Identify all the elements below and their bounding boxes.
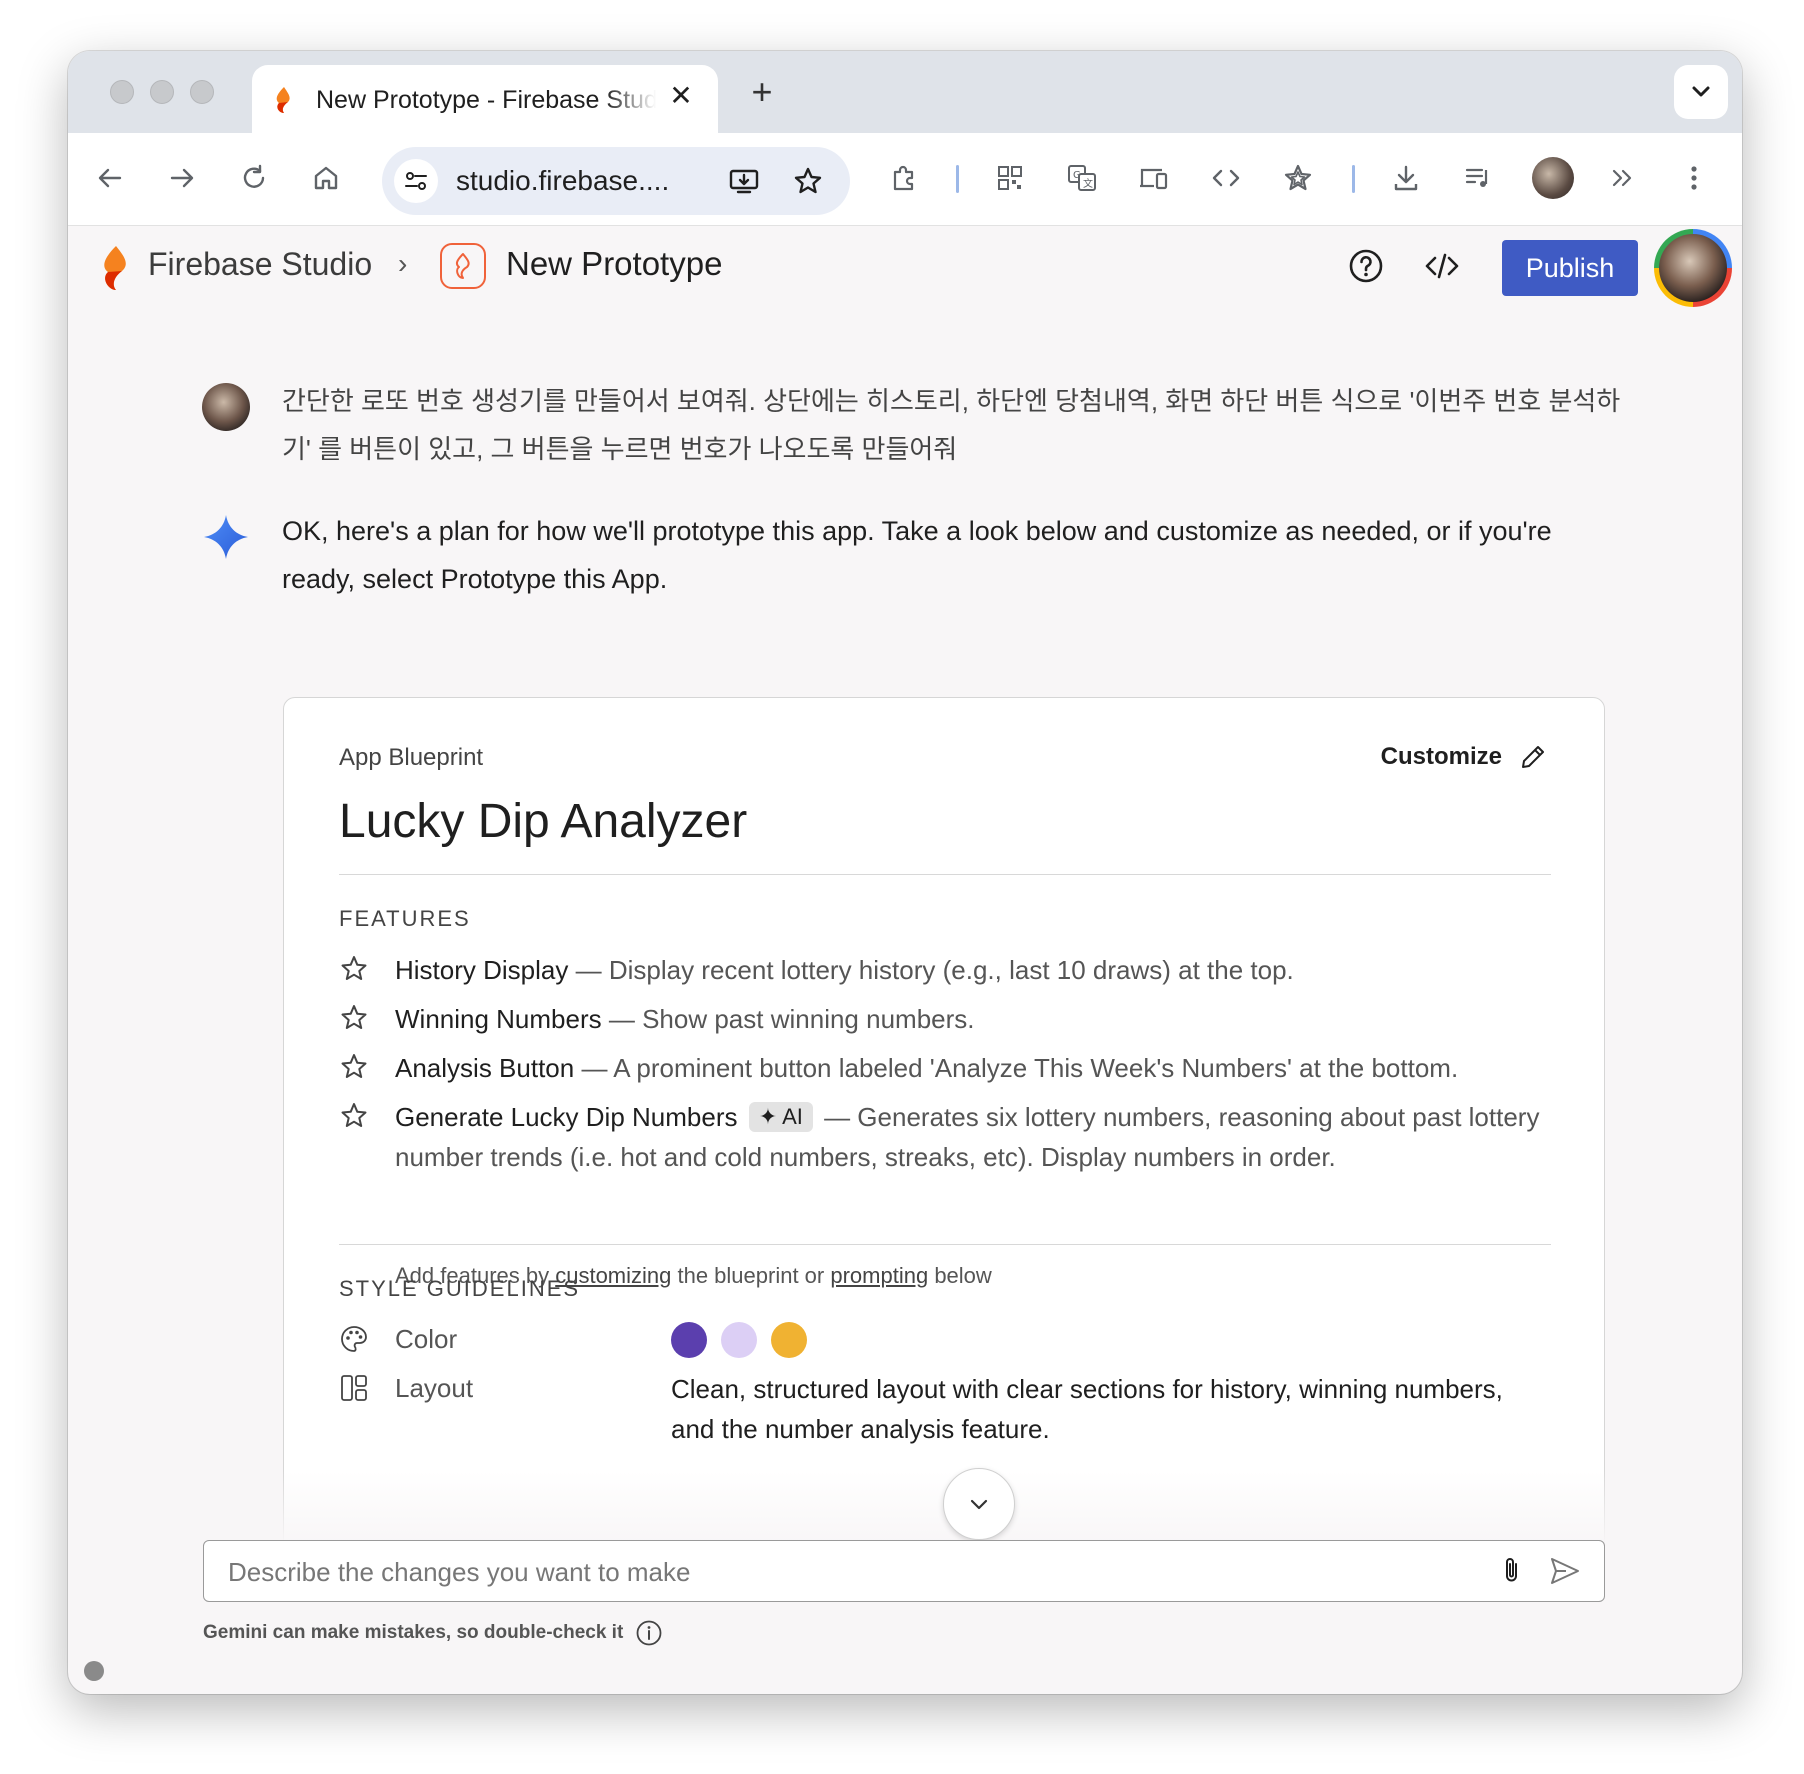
help-icon[interactable]	[1346, 246, 1386, 286]
more-tools-chevron-icon[interactable]	[1602, 158, 1642, 198]
feature-name: Generate Lucky Dip Numbers	[395, 1102, 738, 1132]
project-name[interactable]: New Prototype	[506, 245, 722, 283]
star-icon	[341, 1005, 367, 1029]
star-icon	[341, 1103, 367, 1127]
address-bar[interactable]: studio.firebase....	[382, 147, 850, 215]
tab-strip: New Prototype - Firebase Studio ✕ +	[68, 51, 1742, 133]
feature-name: History Display	[395, 955, 569, 985]
firebase-logo-icon[interactable]	[96, 244, 136, 292]
ai-badge: ✦ AI	[748, 1102, 813, 1132]
color-swatch-accent	[771, 1322, 807, 1358]
prompting-link[interactable]: prompting	[830, 1263, 928, 1288]
window-close-button[interactable]	[110, 80, 134, 104]
browser-tab[interactable]: New Prototype - Firebase Studio ✕	[252, 65, 718, 133]
favorites-icon[interactable]	[1278, 158, 1318, 198]
scroll-fade	[68, 1471, 1742, 1545]
feature-desc: — Display recent lottery history (e.g., …	[568, 955, 1294, 985]
feature-desc: — Show past winning numbers.	[601, 1004, 975, 1034]
status-dot	[84, 1661, 104, 1681]
prompt-input[interactable]	[226, 1553, 1470, 1591]
profile-avatar[interactable]	[1532, 157, 1574, 199]
install-app-icon[interactable]	[724, 161, 764, 201]
star-icon	[341, 1054, 367, 1078]
feature-name: Winning Numbers	[395, 1004, 602, 1034]
customize-label: Customize	[1380, 743, 1502, 770]
star-icon	[341, 956, 367, 980]
color-swatch-secondary	[721, 1322, 757, 1358]
svg-text:G: G	[1073, 170, 1081, 181]
home-icon[interactable]	[306, 158, 346, 198]
app-blueprint-card: App Blueprint Customize Lucky Dip Analyz…	[283, 697, 1605, 1545]
chevron-down-icon	[1692, 86, 1710, 97]
ai-badge-label: AI	[782, 1104, 803, 1129]
layout-icon	[341, 1375, 367, 1401]
disclaimer-text: Gemini can make mistakes, so double-chec…	[203, 1622, 624, 1643]
send-icon[interactable]	[1548, 1555, 1582, 1587]
code-icon[interactable]	[1206, 158, 1246, 198]
url-text: studio.firebase....	[456, 165, 670, 196]
firebase-favicon-icon	[276, 87, 290, 113]
tab-title: New Prototype - Firebase Studio	[316, 86, 656, 114]
layout-row: Layout Clean, structured layout with cle…	[339, 1369, 1559, 1444]
browser-toolbar: studio.firebase.... G文	[68, 133, 1742, 226]
browser-window: New Prototype - Firebase Studio ✕ + stud…	[68, 51, 1742, 1694]
style-guidelines-heading: STYLE GUIDELINES	[339, 1276, 581, 1301]
features-heading: FEATURES	[339, 906, 471, 931]
account-avatar[interactable]	[1654, 229, 1732, 307]
new-tab-icon[interactable]: +	[744, 74, 780, 111]
color-swatch-primary	[671, 1322, 707, 1358]
blueprint-label: App Blueprint	[339, 744, 484, 771]
svg-text:文: 文	[1083, 177, 1093, 190]
attach-icon[interactable]	[1496, 1555, 1528, 1587]
kebab-menu-icon[interactable]	[1674, 158, 1714, 198]
publish-button[interactable]: Publish	[1502, 240, 1638, 296]
section-divider	[339, 1244, 1551, 1245]
forward-icon[interactable]	[162, 158, 202, 198]
code-view-icon[interactable]	[1422, 246, 1462, 286]
tab-search-button[interactable]	[1674, 65, 1728, 119]
devices-icon[interactable]	[1134, 158, 1174, 198]
layout-label: Layout	[395, 1373, 474, 1403]
chevron-down-icon	[970, 1499, 988, 1510]
translate-icon[interactable]: G文	[1062, 158, 1102, 198]
extensions-icon[interactable]	[884, 158, 924, 198]
window-zoom-button[interactable]	[190, 80, 214, 104]
breadcrumb-chevron-icon: ›	[398, 248, 408, 279]
palette-icon	[341, 1326, 367, 1352]
site-info-icon[interactable]	[394, 159, 438, 203]
blueprint-title: Lucky Dip Analyzer	[339, 795, 748, 848]
toolbar-divider	[956, 165, 959, 193]
qr-code-icon[interactable]	[990, 158, 1030, 198]
feature-name: Analysis Button	[395, 1053, 575, 1083]
layout-value: Clean, structured layout with clear sect…	[671, 1374, 1503, 1444]
reload-icon[interactable]	[234, 158, 274, 198]
brand-name[interactable]: Firebase Studio	[148, 246, 372, 283]
disclaimer: Gemini can make mistakes, so double-chec…	[203, 1619, 663, 1647]
download-icon[interactable]	[1386, 158, 1426, 198]
chat-area: 간단한 로또 번호 생성기를 만들어서 보여줘. 상단에는 히스토리, 하단엔 …	[68, 311, 1742, 1545]
bookmark-star-icon[interactable]	[788, 161, 828, 201]
user-message: 간단한 로또 번호 생성기를 만들어서 보여줘. 상단에는 히스토리, 하단엔 …	[282, 386, 1621, 464]
pencil-icon	[1522, 746, 1544, 768]
note-middle: the blueprint or	[671, 1263, 831, 1288]
color-row: Color	[339, 1320, 1559, 1360]
ai-message: OK, here's a plan for how we'll prototyp…	[282, 516, 1552, 594]
tab-close-icon[interactable]: ✕	[666, 81, 696, 111]
color-label: Color	[395, 1324, 458, 1354]
feature-desc: — A prominent button labeled 'Analyze Th…	[574, 1053, 1459, 1083]
user-avatar	[202, 383, 250, 431]
note-suffix: below	[928, 1263, 992, 1288]
customize-button[interactable]: Customize	[1381, 742, 1548, 772]
gemini-sparkle-icon	[204, 515, 248, 559]
info-icon[interactable]	[635, 1619, 663, 1647]
media-control-icon[interactable]	[1458, 158, 1498, 198]
back-icon[interactable]	[90, 158, 130, 198]
toolbar-divider	[1352, 165, 1355, 193]
scroll-down-button[interactable]	[943, 1468, 1015, 1540]
window-minimize-button[interactable]	[150, 80, 174, 104]
app-header: Firebase Studio › New Prototype Publish	[68, 226, 1742, 310]
prompt-box	[203, 1540, 1605, 1602]
section-divider	[339, 874, 1551, 875]
prototype-icon	[440, 243, 486, 289]
